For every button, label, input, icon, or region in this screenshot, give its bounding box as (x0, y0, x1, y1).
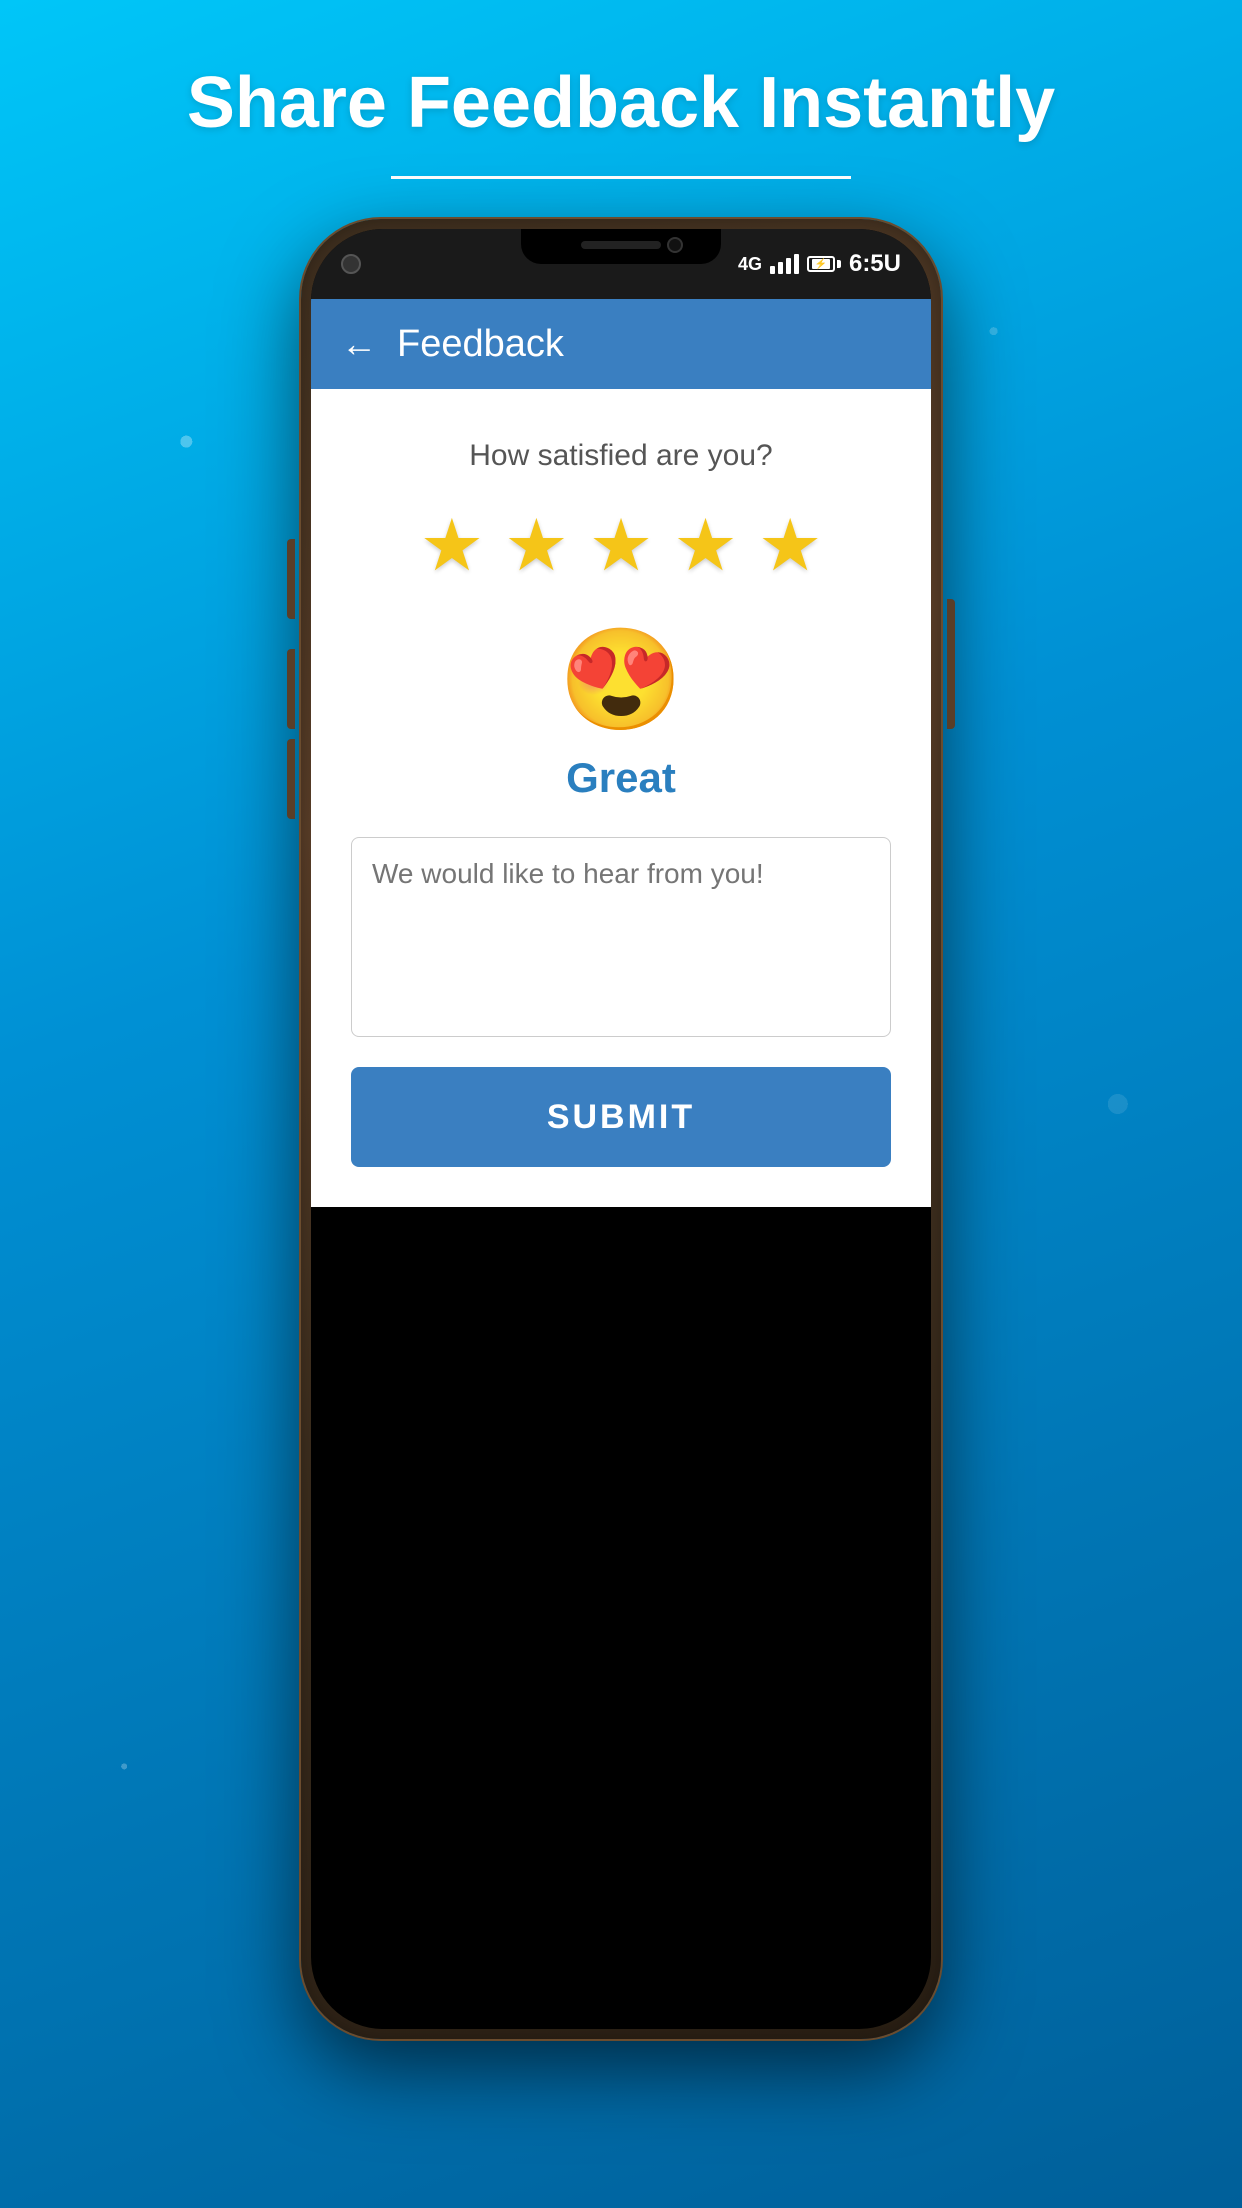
status-left (341, 254, 361, 274)
status-right: 4G ⚡ 6:5U (738, 250, 901, 278)
signal-bars (770, 254, 799, 274)
back-button[interactable]: ← (341, 326, 377, 362)
star-4[interactable]: ★ (673, 503, 738, 587)
status-time: 6:5U (849, 250, 901, 278)
notch-camera-icon (667, 237, 683, 253)
satisfaction-question: How satisfied are you? (469, 439, 773, 473)
screen-content: How satisfied are you? ★ ★ ★ ★ ★ 😍 Great… (311, 389, 931, 1207)
stars-row[interactable]: ★ ★ ★ ★ ★ (420, 503, 823, 587)
phone-screen: 4G ⚡ 6:5U ← Feedba (311, 229, 931, 2029)
camera-icon (341, 254, 361, 274)
page-headline: Share Feedback Instantly (187, 60, 1055, 146)
speaker (581, 241, 661, 249)
network-label: 4G (738, 254, 762, 275)
star-1[interactable]: ★ (420, 503, 485, 587)
battery-body: ⚡ (807, 256, 835, 272)
divider (391, 176, 851, 179)
feedback-textarea[interactable] (351, 837, 891, 1037)
battery-icon: ⚡ (807, 256, 841, 272)
rating-emoji: 😍 (559, 622, 684, 739)
app-bar: ← Feedback (311, 299, 931, 389)
battery-tip (837, 260, 841, 268)
star-2[interactable]: ★ (504, 503, 569, 587)
charging-icon: ⚡ (815, 259, 827, 270)
star-5[interactable]: ★ (758, 503, 823, 587)
phone-outer-shell: 4G ⚡ 6:5U ← Feedba (301, 219, 941, 2039)
app-bar-title: Feedback (397, 323, 564, 366)
rating-label: Great (566, 754, 676, 802)
phone-mockup: 4G ⚡ 6:5U ← Feedba (301, 219, 941, 2039)
status-bar: 4G ⚡ 6:5U (311, 229, 931, 299)
star-3[interactable]: ★ (589, 503, 654, 587)
submit-button[interactable]: SUBMIT (351, 1067, 891, 1167)
phone-notch (521, 229, 721, 264)
